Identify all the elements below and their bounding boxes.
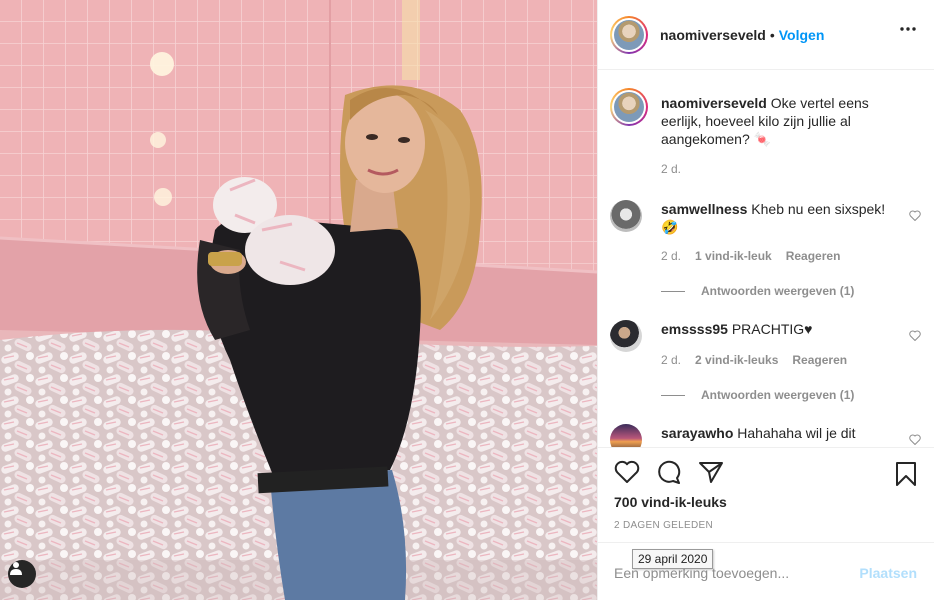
comment-reply-button[interactable]: Reageren <box>792 353 847 367</box>
comment-text-block: sarayawho Hahahaha wil je dit <box>661 424 901 442</box>
view-replies-button[interactable]: Antwoorden weergeven (1) <box>661 284 854 298</box>
post-timestamp[interactable]: 2 DAGEN GELEDEN <box>614 520 713 531</box>
share-icon[interactable] <box>698 460 724 484</box>
comment-text: Hahahaha wil je dit <box>737 425 856 441</box>
comment-heart-icon[interactable] <box>909 210 921 221</box>
comment-meta: 2 d. 1 vind-ik-leuk Reageren <box>661 249 840 263</box>
action-icons <box>614 460 724 484</box>
like-count[interactable]: 700 vind-ik-leuks <box>614 494 727 510</box>
post-comment-button[interactable]: Plaatsen <box>859 565 917 581</box>
comment-heart-icon[interactable] <box>909 330 921 341</box>
comments-list[interactable]: naomiverseveld Oke vertel eens eerlijk, … <box>598 71 934 447</box>
comment-avatar[interactable] <box>610 320 642 352</box>
author-avatar-image <box>614 19 644 50</box>
comment-text: PRACHTIG♥ <box>731 321 813 337</box>
caption-text-block: naomiverseveld Oke vertel eens eerlijk, … <box>661 94 901 148</box>
header-separator: • <box>769 26 775 43</box>
caption-username[interactable]: naomiverseveld <box>661 95 767 111</box>
photo-illustration <box>0 0 597 600</box>
post-side-panel: naomiverseveld • Volgen naomiverseveld O… <box>597 0 934 600</box>
comment-avatar[interactable] <box>610 424 642 447</box>
comment-username[interactable]: sarayawho <box>661 425 733 441</box>
comment-reply-button[interactable]: Reageren <box>786 249 841 263</box>
caption-avatar-image <box>614 92 644 122</box>
user-tag-icon <box>10 562 22 575</box>
comment-username[interactable]: samwellness <box>661 201 747 217</box>
comment-meta: 2 d. 2 vind-ik-leuks Reageren <box>661 353 847 367</box>
date-tooltip: 29 april 2020 <box>632 549 714 569</box>
comment-avatar[interactable] <box>610 200 642 232</box>
view-replies-label: Antwoorden weergeven (1) <box>701 284 855 298</box>
comment-likes[interactable]: 1 vind-ik-leuk <box>695 249 772 263</box>
author-username[interactable]: naomiverseveld <box>660 27 766 43</box>
instagram-post: naomiverseveld • Volgen naomiverseveld O… <box>0 0 934 600</box>
comment-username[interactable]: emssss95 <box>661 321 728 337</box>
more-icon[interactable] <box>900 27 916 31</box>
comment-icon[interactable] <box>656 460 682 484</box>
post-photo[interactable] <box>0 0 597 600</box>
heart-icon[interactable] <box>614 460 640 484</box>
post-actions: 700 vind-ik-leuks 2 DAGEN GELEDEN <box>598 447 934 531</box>
replies-divider <box>661 394 685 396</box>
author-avatar[interactable] <box>610 15 648 54</box>
comment-text-block: samwellness Kheb nu een sixspek! 🤣 <box>661 200 901 236</box>
caption-meta: 2 d. <box>661 162 681 176</box>
caption-avatar[interactable] <box>610 88 648 126</box>
comment-time[interactable]: 2 d. <box>661 249 681 263</box>
bookmark-icon[interactable] <box>895 461 917 487</box>
comment-likes[interactable]: 2 vind-ik-leuks <box>695 353 778 367</box>
replies-divider <box>661 290 685 292</box>
post-header: naomiverseveld • Volgen <box>598 0 934 70</box>
view-replies-label: Antwoorden weergeven (1) <box>701 388 855 402</box>
caption-time[interactable]: 2 d. <box>661 162 681 176</box>
comment-text-block: emssss95 PRACHTIG♥ <box>661 320 901 338</box>
comment-time[interactable]: 2 d. <box>661 353 681 367</box>
follow-button[interactable]: Volgen <box>779 27 825 43</box>
user-tag-button[interactable] <box>8 560 36 588</box>
comment-heart-icon[interactable] <box>909 434 921 445</box>
view-replies-button[interactable]: Antwoorden weergeven (1) <box>661 388 854 402</box>
